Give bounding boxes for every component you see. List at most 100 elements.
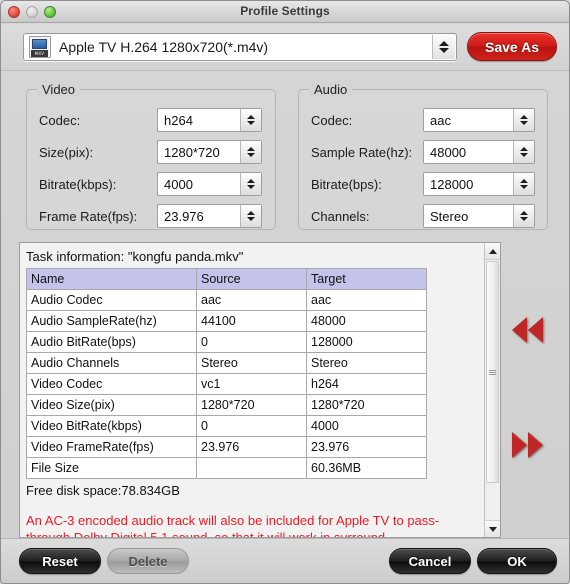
video-framerate-input[interactable]: 23.976 (157, 204, 262, 228)
row-name: Audio BitRate(bps) (26, 331, 197, 353)
row-target: 4000 (306, 415, 427, 437)
row-target: 60.36MB (306, 457, 427, 479)
row-source: 0 (196, 331, 307, 353)
grip-icon (489, 369, 496, 375)
table-row[interactable]: Video FrameRate(fps) 23.976 23.976 (26, 436, 427, 458)
task-info-scrollbar[interactable] (484, 243, 500, 537)
table-row[interactable]: Video Codec vc1 h264 (26, 373, 427, 395)
column-header-source: Source (196, 268, 307, 290)
save-as-button[interactable]: Save As (467, 32, 557, 61)
audio-samplerate-input[interactable]: 48000 (423, 140, 535, 164)
double-arrow-left-icon-2 (528, 317, 543, 343)
video-bitrate-value: 4000 (164, 176, 193, 192)
audio-channels-stepper-icon[interactable] (513, 205, 534, 227)
row-name: Video FrameRate(fps) (26, 436, 197, 458)
table-row[interactable]: Audio Channels Stereo Stereo (26, 352, 427, 374)
audio-codec-value: aac (430, 112, 451, 128)
profile-select[interactable]: Apple TV H.264 1280x720(*.m4v) (23, 33, 457, 61)
video-bitrate-stepper-icon[interactable] (240, 173, 261, 195)
row-source: Stereo (196, 352, 307, 374)
next-profile-button[interactable] (512, 432, 543, 458)
audio-bitrate-value: 128000 (430, 176, 474, 192)
task-information-title: Task information: "kongfu panda.mkv" (26, 249, 244, 264)
video-codec-input[interactable]: h264 (157, 108, 262, 132)
row-source: vc1 (196, 373, 307, 395)
audio-settings-group: Audio Codec: aac Sample Rate(hz): 48000 … (298, 82, 548, 230)
table-row[interactable]: Audio Codec aac aac (26, 289, 427, 311)
previous-profile-button[interactable] (512, 317, 543, 343)
scroll-up-arrow-icon[interactable] (485, 243, 500, 260)
table-row[interactable]: Audio SampleRate(hz) 44100 48000 (26, 310, 427, 332)
delete-button: Delete (107, 548, 189, 574)
profile-toolbar: Apple TV H.264 1280x720(*.m4v) Save As (1, 24, 569, 71)
m4v-file-icon (29, 36, 51, 58)
ac3-warning-text: An AC-3 encoded audio track will also be… (26, 513, 440, 538)
double-arrow-left-icon (512, 317, 527, 343)
audio-samplerate-stepper-icon[interactable] (513, 141, 534, 163)
row-name: Audio SampleRate(hz) (26, 310, 197, 332)
video-bitrate-label: Bitrate(kbps): (39, 176, 117, 192)
row-target: 1280*720 (306, 394, 427, 416)
row-source: 1280*720 (196, 394, 307, 416)
row-source (196, 457, 307, 479)
video-size-stepper-icon[interactable] (240, 141, 261, 163)
row-source: aac (196, 289, 307, 311)
row-target: h264 (306, 373, 427, 395)
audio-channels-input[interactable]: Stereo (423, 204, 535, 228)
row-name: Audio Channels (26, 352, 197, 374)
video-group-legend: Video (37, 82, 81, 97)
audio-bitrate-label: Bitrate(bps): (311, 176, 382, 192)
audio-group-legend: Audio (309, 82, 353, 97)
table-row[interactable]: Audio BitRate(bps) 0 128000 (26, 331, 427, 353)
task-information-panel: Task information: "kongfu panda.mkv" Nam… (19, 242, 501, 538)
video-size-label: Size(pix): (39, 144, 94, 160)
table-row[interactable]: File Size 60.36MB (26, 457, 427, 479)
table-header-row: Name Source Target (26, 268, 427, 290)
video-size-value: 1280*720 (164, 144, 220, 160)
video-framerate-label: Frame Rate(fps): (39, 208, 138, 224)
row-source: 44100 (196, 310, 307, 332)
row-target: 48000 (306, 310, 427, 332)
task-information-table: Name Source Target Audio Codec aac aac Audi… (26, 268, 427, 479)
audio-samplerate-label: Sample Rate(hz): (311, 144, 413, 160)
profile-settings-window: Profile Settings Apple TV H.264 1280x720… (0, 0, 570, 584)
dialog-footer: Reset Delete Cancel OK (1, 538, 569, 583)
scroll-down-arrow-icon[interactable] (485, 520, 500, 537)
table-row[interactable]: Video BitRate(kbps) 0 4000 (26, 415, 427, 437)
row-name: Audio Codec (26, 289, 197, 311)
audio-bitrate-stepper-icon[interactable] (513, 173, 534, 195)
video-codec-label: Codec: (39, 112, 81, 128)
video-bitrate-input[interactable]: 4000 (157, 172, 262, 196)
row-source: 23.976 (196, 436, 307, 458)
scrollbar-thumb[interactable] (486, 261, 499, 483)
chevron-up-icon (439, 41, 449, 46)
profile-selected-label: Apple TV H.264 1280x720(*.m4v) (59, 39, 269, 55)
table-row[interactable]: Video Size(pix) 1280*720 1280*720 (26, 394, 427, 416)
double-arrow-right-icon (512, 432, 527, 458)
audio-channels-value: Stereo (430, 208, 469, 224)
audio-codec-stepper-icon[interactable] (513, 109, 534, 131)
video-codec-value: h264 (164, 112, 193, 128)
ok-button[interactable]: OK (477, 548, 557, 574)
audio-channels-label: Channels: (311, 208, 370, 224)
audio-codec-input[interactable]: aac (423, 108, 535, 132)
column-header-target: Target (306, 268, 427, 290)
row-source: 0 (196, 415, 307, 437)
column-header-name: Name (26, 268, 197, 290)
video-settings-group: Video Codec: h264 Size(pix): 1280*720 Bi… (26, 82, 276, 230)
reset-button[interactable]: Reset (19, 548, 101, 574)
row-name: File Size (26, 457, 197, 479)
window-titlebar: Profile Settings (1, 1, 569, 23)
video-size-input[interactable]: 1280*720 (157, 140, 262, 164)
video-framerate-stepper-icon[interactable] (240, 205, 261, 227)
row-target: 128000 (306, 331, 427, 353)
video-framerate-value: 23.976 (164, 208, 204, 224)
row-name: Video Codec (26, 373, 197, 395)
profile-select-stepper-icon[interactable] (432, 35, 455, 59)
row-target: 23.976 (306, 436, 427, 458)
video-codec-stepper-icon[interactable] (240, 109, 261, 131)
window-title: Profile Settings (240, 4, 330, 18)
row-target: Stereo (306, 352, 427, 374)
audio-bitrate-input[interactable]: 128000 (423, 172, 535, 196)
cancel-button[interactable]: Cancel (389, 548, 471, 574)
